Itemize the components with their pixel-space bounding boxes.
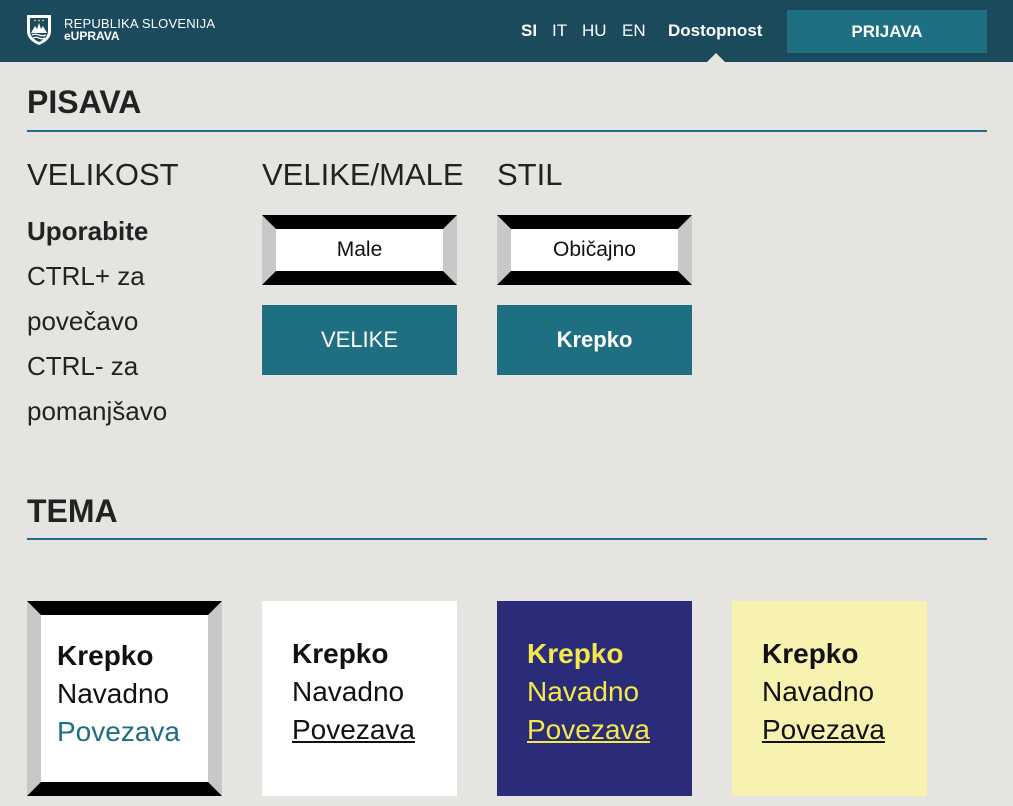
theme-option-yellow[interactable]: Krepko Navadno Povezava [732,601,927,796]
lang-si[interactable]: SI [521,21,537,41]
size-instructions-line2: povečavo [27,306,139,336]
size-heading: VELIKOST [27,157,179,192]
lang-hu[interactable]: HU [582,21,607,41]
active-menu-caret-icon [706,53,726,63]
style-heading: STIL [497,157,563,192]
theme-sample-normal: Navadno [527,676,640,707]
theme-section-divider [27,538,987,540]
theme-sample-bold: Krepko [292,638,389,669]
style-normal-button[interactable]: Običajno [497,215,692,285]
theme-sample-bold: Krepko [57,640,154,671]
size-instructions: Uporabite CTRL+ za povečavo CTRL- za pom… [27,209,227,434]
size-instructions-line4: pomanjšavo [27,396,168,426]
theme-sample-normal: Navadno [762,676,875,707]
theme-option-default[interactable]: Krepko Navadno Povezava [27,601,222,796]
login-button[interactable]: PRIJAVA [787,10,987,53]
theme-section-title: TEMA [27,493,118,529]
brand[interactable]: REPUBLIKA SLOVENIJA eUPRAVA [64,17,215,43]
font-section-title: PISAVA [27,84,142,120]
lang-en[interactable]: EN [622,21,646,41]
case-lowercase-button[interactable]: Male [262,215,457,285]
theme-sample-normal: Navadno [292,676,405,707]
theme-sample-link: Povezava [762,714,885,745]
theme-sample-link: Povezava [527,714,650,745]
top-bar: REPUBLIKA SLOVENIJA eUPRAVA SI IT HU EN … [0,0,1013,63]
lang-it[interactable]: IT [552,21,567,41]
theme-sample-normal: Navadno [57,678,170,709]
theme-sample-bold: Krepko [762,638,859,669]
theme-sample-bold: Krepko [527,638,624,669]
size-instructions-line1: CTRL+ za [27,261,145,291]
theme-option-dark-blue[interactable]: Krepko Navadno Povezava [497,601,692,796]
size-instructions-bold: Uporabite [27,216,149,246]
case-uppercase-button[interactable]: VELIKE [262,305,457,375]
case-heading: VELIKE/MALE [262,157,464,192]
brand-service: eUPRAVA [64,29,120,43]
font-section-divider [27,130,987,132]
theme-option-white[interactable]: Krepko Navadno Povezava [262,601,457,796]
theme-sample-link: Povezava [292,714,415,745]
coat-of-arms-icon[interactable] [26,14,52,46]
style-bold-button[interactable]: Krepko [497,305,692,375]
accessibility-link[interactable]: Dostopnost [668,21,762,41]
size-instructions-line3: CTRL- za [27,351,139,381]
theme-sample-link: Povezava [57,716,180,747]
